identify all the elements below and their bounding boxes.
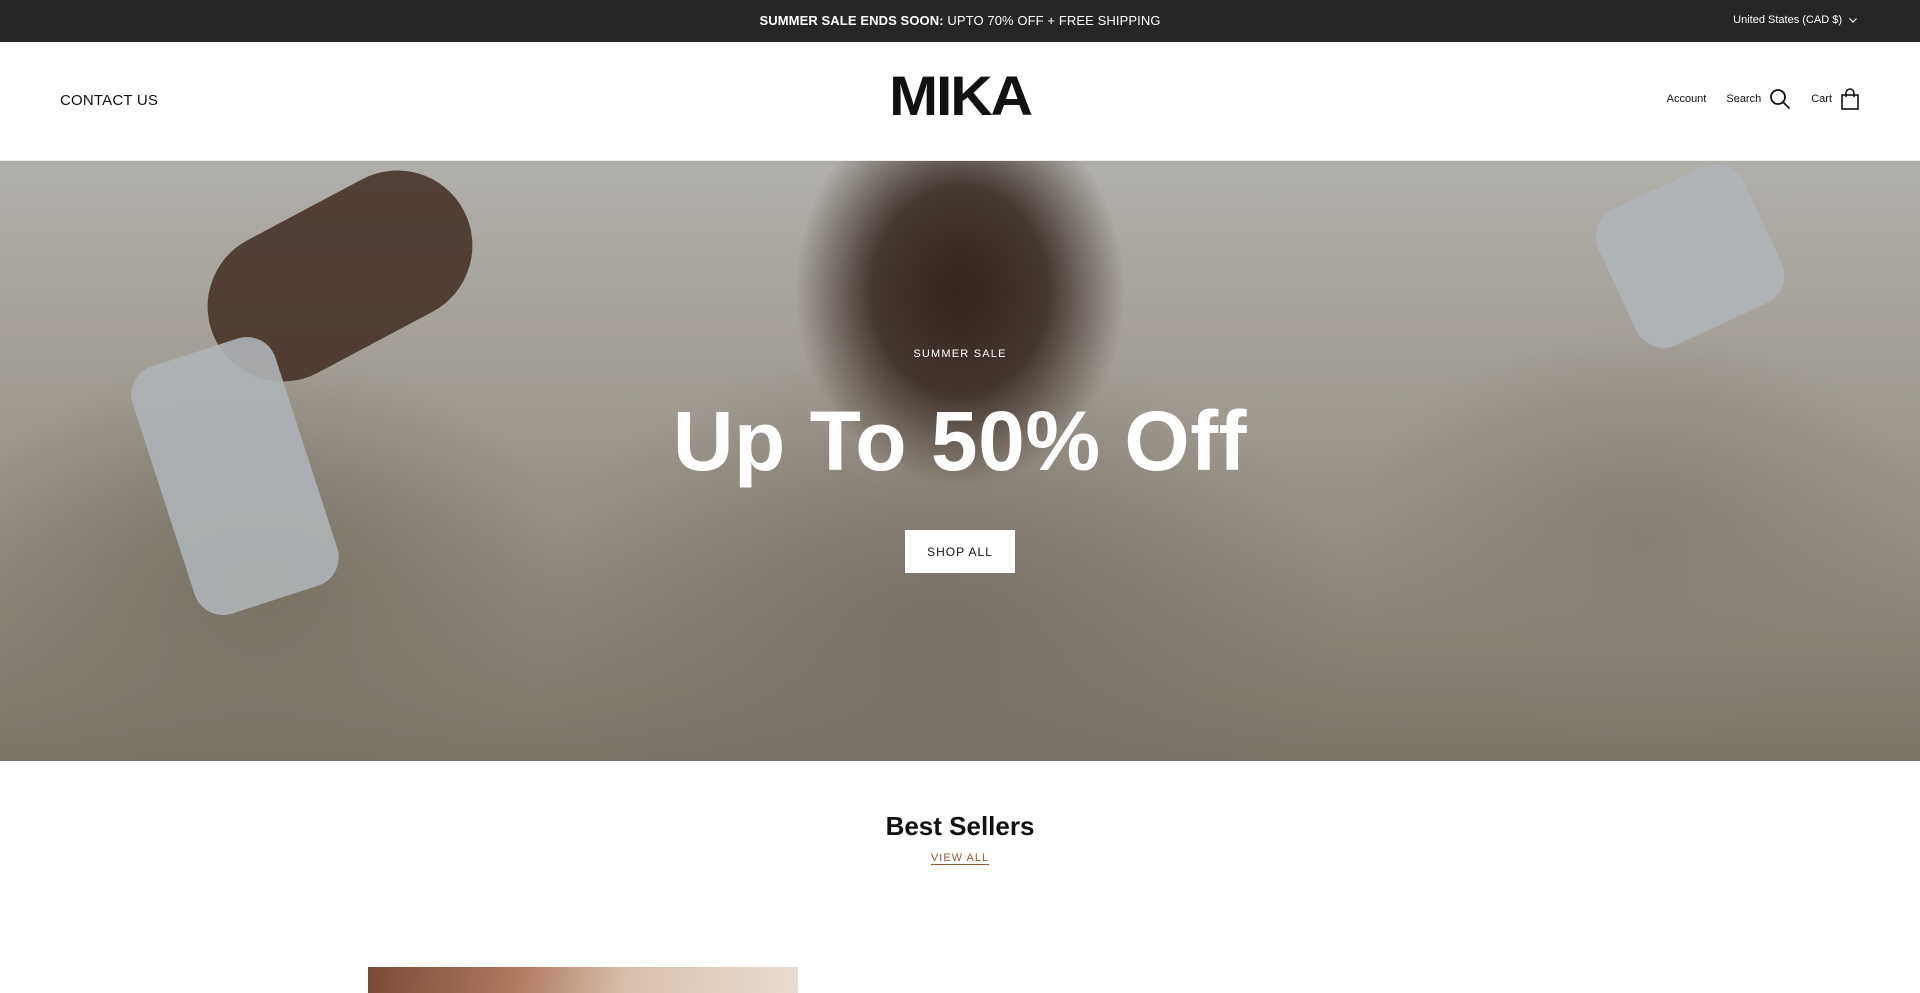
hero-content: SUMMER SALE Up To 50% Off SHOP ALL xyxy=(0,161,1920,761)
account-link[interactable]: Account xyxy=(1667,93,1707,105)
bag-icon xyxy=(1841,88,1859,110)
hero-headline: Up To 50% Off xyxy=(672,394,1248,488)
announcement-bold: SUMMER SALE ENDS SOON: xyxy=(759,13,944,28)
view-all-wrapper: VIEW ALL xyxy=(0,848,1920,866)
search-icon xyxy=(1770,89,1791,109)
header-actions: Account Search Cart xyxy=(1667,88,1860,110)
hero-eyebrow: SUMMER SALE xyxy=(913,348,1007,360)
announcement-message: UPTO 70% OFF + FREE SHIPPING xyxy=(947,13,1161,28)
cart-link[interactable]: Cart xyxy=(1811,88,1860,110)
shop-all-button[interactable]: SHOP ALL xyxy=(905,530,1015,573)
account-label: Account xyxy=(1666,93,1707,105)
search-link[interactable]: Search xyxy=(1726,88,1791,110)
hero-banner: SUMMER SALE Up To 50% Off SHOP ALL xyxy=(0,161,1920,761)
best-sellers-title: Best Sellers xyxy=(885,811,1035,841)
site-header: CONTACT US MIKA Account Search Cart xyxy=(0,42,1920,161)
announcement-text: SUMMER SALE ENDS SOON: UPTO 70% OFF + FR… xyxy=(0,13,1920,28)
search-label: Search xyxy=(1726,93,1762,105)
announcement-bar: SUMMER SALE ENDS SOON: UPTO 70% OFF + FR… xyxy=(0,0,1920,42)
country-label: United States (CAD $) xyxy=(1733,14,1842,26)
cart-label: Cart xyxy=(1811,93,1832,105)
view-all-link[interactable]: VIEW ALL xyxy=(931,852,989,864)
chevron-down-icon xyxy=(1849,18,1857,23)
country-selector[interactable]: United States (CAD $) xyxy=(1733,14,1858,26)
product-card-image[interactable] xyxy=(368,967,798,993)
site-logo[interactable]: MIKA xyxy=(0,68,1920,124)
